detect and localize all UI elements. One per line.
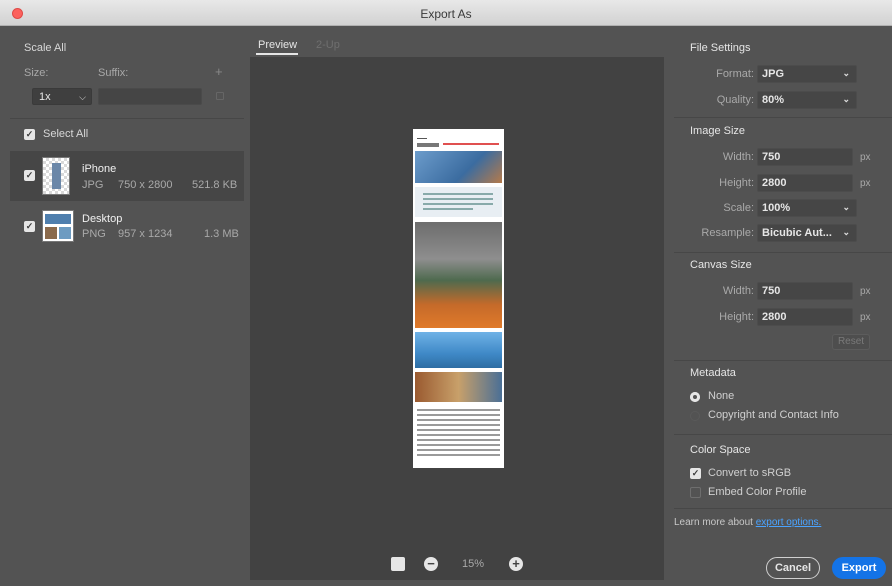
asset-name: iPhone <box>82 163 117 175</box>
metadata-heading: Metadata <box>690 367 736 379</box>
preview-canvas <box>250 57 664 577</box>
width-unit: px <box>860 152 871 163</box>
zoom-level: 15% <box>462 558 485 570</box>
size-select[interactable]: 1x ⌵ <box>32 88 92 105</box>
export-options-link[interactable]: export options. <box>756 517 822 528</box>
add-scale-button[interactable]: + <box>215 64 223 79</box>
metadata-copyright-label: Copyright and Contact Info <box>708 409 839 421</box>
select-all-label: Select All <box>43 128 89 140</box>
cancel-button[interactable]: Cancel <box>766 557 820 579</box>
suffix-label: Suffix: <box>98 67 129 79</box>
chevron-down-icon: ⌄ <box>842 202 850 212</box>
scale-select[interactable]: 100% ⌄ <box>757 199 857 217</box>
resample-value: Bicubic Aut... <box>762 227 832 239</box>
convert-srgb-label: Convert to sRGB <box>708 467 792 479</box>
metadata-copyright-radio[interactable] <box>690 411 700 421</box>
window-title: Export As <box>420 7 472 21</box>
asset-dimensions: 957 x 1234 <box>118 228 173 240</box>
metadata-none-radio[interactable] <box>690 392 700 402</box>
height-label: Height: <box>719 177 754 189</box>
divider <box>674 434 892 435</box>
asset-checkbox[interactable]: ✓ <box>24 170 35 181</box>
chevron-down-icon: ⌄ <box>842 68 850 78</box>
asset-row-desktop[interactable]: ✓ Desktop PNG 957 x 1234 1.3 MB <box>10 202 244 252</box>
height-unit: px <box>860 178 871 189</box>
chevron-down-icon: ⌄ <box>842 227 850 237</box>
divider <box>674 252 892 253</box>
color-space-heading: Color Space <box>690 444 751 456</box>
asset-dimensions: 750 x 2800 <box>118 179 173 191</box>
learn-more-text: Learn more about export options. <box>674 517 821 528</box>
quality-select[interactable]: 80% ⌄ <box>757 91 857 109</box>
divider <box>674 117 892 118</box>
file-settings-heading: File Settings <box>690 42 751 54</box>
title-bar: Export As <box>0 0 892 26</box>
divider <box>674 508 892 509</box>
asset-checkbox[interactable]: ✓ <box>24 221 35 232</box>
image-size-heading: Image Size <box>690 125 746 137</box>
canvas-height-label: Height: <box>719 311 754 323</box>
asset-file-size: 521.8 KB <box>192 179 238 191</box>
format-value: JPG <box>762 68 785 80</box>
logo-image <box>417 133 427 139</box>
asset-format: PNG <box>82 228 106 240</box>
preview-area: Preview 2-Up − 15% + <box>250 30 664 580</box>
export-as-dialog: Export As Scale All Size: Suffix: + 1x ⌵… <box>0 0 892 586</box>
width-input[interactable]: 750 <box>757 148 853 166</box>
zoom-out-icon[interactable]: − <box>424 557 438 571</box>
asset-thumbnail <box>42 210 74 242</box>
scale-all-heading: Scale All <box>24 42 67 54</box>
height-input[interactable]: 2800 <box>757 174 853 192</box>
resample-label: Resample: <box>701 227 754 239</box>
reset-button[interactable]: Reset <box>832 334 870 350</box>
asset-name: Desktop <box>82 213 123 225</box>
canvas-height-input[interactable]: 2800 <box>757 308 853 326</box>
preview-tabs: Preview 2-Up <box>250 30 664 56</box>
document-preview-image <box>413 129 504 468</box>
asset-file-size: 1.3 MB <box>204 228 239 240</box>
active-tab-indicator <box>256 53 298 55</box>
chevron-down-icon: ⌵ <box>79 92 86 102</box>
format-label: Format: <box>716 68 754 80</box>
format-select[interactable]: JPG ⌄ <box>757 65 857 83</box>
scale-value: 100% <box>762 202 791 214</box>
embed-profile-checkbox[interactable] <box>690 487 701 498</box>
zoom-toolbar: − 15% + <box>250 550 664 580</box>
fit-to-view-icon[interactable] <box>391 557 405 571</box>
settings-panel: File Settings Format: JPG ⌄ Quality: 80% ⌄… <box>674 30 892 586</box>
resample-select[interactable]: Bicubic Aut... ⌄ <box>757 224 857 242</box>
divider <box>10 118 244 119</box>
quality-label: Quality: <box>716 94 754 106</box>
suffix-input[interactable] <box>98 88 202 105</box>
select-all-checkbox[interactable]: ✓ <box>24 129 35 140</box>
tab-2-up[interactable]: 2-Up <box>316 39 340 51</box>
chevron-down-icon: ⌄ <box>842 94 850 104</box>
convert-srgb-checkbox[interactable]: ✓ <box>690 468 701 479</box>
asset-panel: Scale All Size: Suffix: + 1x ⌵ ✓ Select … <box>10 30 244 586</box>
zoom-in-icon[interactable]: + <box>509 557 523 571</box>
remove-scale-icon[interactable] <box>216 92 224 100</box>
canvas-height-unit: px <box>860 312 871 323</box>
canvas-width-input[interactable]: 750 <box>757 282 853 300</box>
asset-row-iphone[interactable]: ✓ iPhone JPG 750 x 2800 521.8 KB <box>10 151 244 201</box>
tab-preview[interactable]: Preview <box>258 39 297 51</box>
export-button[interactable]: Export <box>832 557 886 579</box>
asset-format: JPG <box>82 179 104 191</box>
canvas-size-heading: Canvas Size <box>690 259 752 271</box>
metadata-none-label: None <box>708 390 735 402</box>
width-label: Width: <box>722 151 754 163</box>
quality-value: 80% <box>762 94 785 106</box>
size-label: Size: <box>24 67 49 79</box>
size-select-value: 1x <box>39 91 51 103</box>
asset-thumbnail <box>42 157 70 195</box>
divider <box>674 360 892 361</box>
canvas-width-unit: px <box>860 286 871 297</box>
embed-profile-label: Embed Color Profile <box>708 486 807 498</box>
canvas-width-label: Width: <box>722 285 754 297</box>
scale-label: Scale: <box>723 202 754 214</box>
learn-more-label: Learn more about <box>674 517 753 528</box>
